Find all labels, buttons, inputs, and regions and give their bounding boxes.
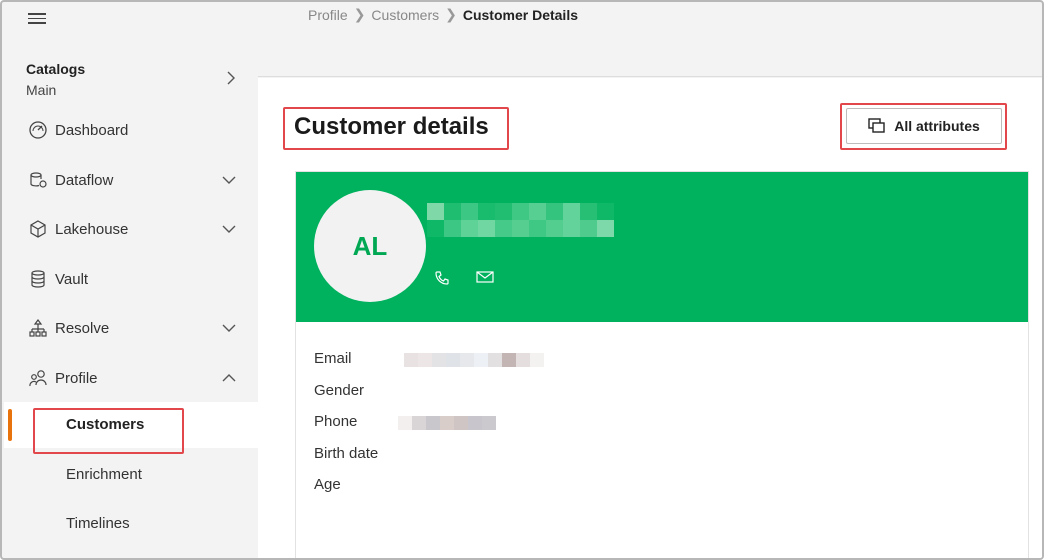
sidebar-item-label: Resolve bbox=[55, 319, 110, 337]
contact-icons bbox=[434, 270, 494, 286]
breadcrumb-profile[interactable]: Profile bbox=[308, 7, 348, 23]
resolve-hierarchy-icon bbox=[29, 319, 47, 337]
sidebar-item-label: Lakehouse bbox=[55, 220, 129, 238]
sidebar-item-resolve[interactable]: Resolve bbox=[4, 308, 258, 348]
main-content: Customer details All attributes AL Email… bbox=[258, 78, 1042, 558]
menu-icon[interactable] bbox=[28, 13, 46, 24]
sidebar-item-label: Profile bbox=[55, 369, 98, 387]
field-label: Phone bbox=[314, 413, 358, 430]
chevron-down-icon bbox=[222, 324, 236, 332]
field-label: Email bbox=[314, 350, 352, 367]
catalog-selector[interactable]: Catalogs Main bbox=[26, 61, 246, 105]
chevron-right-icon bbox=[227, 71, 235, 85]
field-gender: Gender bbox=[314, 382, 1014, 414]
email-icon[interactable] bbox=[476, 270, 494, 284]
chevron-right-icon: ❯ bbox=[445, 6, 457, 22]
catalog-title: Catalogs bbox=[26, 61, 86, 77]
highlight-title bbox=[283, 107, 509, 150]
phone-icon[interactable] bbox=[434, 270, 450, 286]
customer-fields: Email Gender Phone Birth date Age bbox=[314, 350, 1014, 508]
sidebar: Catalogs Main Dashboard Dataflow Lakehou… bbox=[4, 4, 258, 558]
sidebar-item-vault[interactable]: Vault bbox=[4, 259, 258, 299]
sidebar-subitem-timelines[interactable]: Timelines bbox=[4, 501, 258, 547]
sidebar-item-label: Dashboard bbox=[55, 121, 129, 139]
dataflow-icon bbox=[30, 172, 47, 188]
chevron-up-icon bbox=[222, 374, 236, 382]
catalog-subtitle: Main bbox=[26, 82, 57, 98]
sidebar-subitem-label: Timelines bbox=[66, 515, 130, 532]
chevron-down-icon bbox=[222, 176, 236, 184]
sidebar-subitem-label: Enrichment bbox=[66, 466, 142, 483]
field-email: Email bbox=[314, 350, 1014, 382]
sidebar-item-lakehouse[interactable]: Lakehouse bbox=[4, 209, 258, 249]
customer-header: AL bbox=[296, 172, 1028, 322]
field-age: Age bbox=[314, 476, 1014, 508]
highlight-customers bbox=[33, 408, 184, 454]
customer-name-redacted bbox=[427, 203, 623, 237]
sidebar-item-label: Dataflow bbox=[55, 171, 114, 189]
chevron-right-icon: ❯ bbox=[353, 6, 366, 22]
breadcrumb-current: Customer Details bbox=[462, 6, 578, 23]
sidebar-item-profile[interactable]: Profile bbox=[4, 358, 258, 398]
phone-value-redacted bbox=[398, 416, 496, 430]
email-value-redacted bbox=[404, 353, 544, 367]
field-phone: Phone bbox=[314, 413, 1014, 445]
active-indicator bbox=[8, 409, 12, 441]
vault-database-icon bbox=[31, 270, 45, 288]
sidebar-subitem-enrichment[interactable]: Enrichment bbox=[4, 452, 258, 498]
field-label: Gender bbox=[314, 381, 365, 399]
sidebar-item-label: Vault bbox=[55, 270, 89, 288]
lakehouse-cube-icon bbox=[30, 220, 46, 238]
field-label: Birth date bbox=[314, 444, 379, 462]
profile-users-icon bbox=[29, 370, 47, 387]
highlight-all-attributes bbox=[840, 103, 1007, 150]
breadcrumb-customers[interactable]: Customers bbox=[371, 7, 439, 23]
field-birth-date: Birth date bbox=[314, 445, 1014, 477]
chevron-down-icon bbox=[222, 225, 236, 233]
dashboard-gauge-icon bbox=[29, 121, 47, 139]
avatar: AL bbox=[314, 190, 426, 302]
sidebar-item-dashboard[interactable]: Dashboard bbox=[4, 110, 258, 150]
sidebar-item-dataflow[interactable]: Dataflow bbox=[4, 160, 258, 200]
topbar: Profile ❯ Customers ❯ Customer Details bbox=[258, 4, 1042, 77]
app-window: Catalogs Main Dashboard Dataflow Lakehou… bbox=[0, 0, 1044, 560]
field-label: Age bbox=[314, 476, 341, 493]
customer-card: AL Email Gender Phone Birth date Age bbox=[295, 171, 1029, 558]
breadcrumb: Profile ❯ Customers ❯ Customer Details bbox=[308, 6, 578, 23]
